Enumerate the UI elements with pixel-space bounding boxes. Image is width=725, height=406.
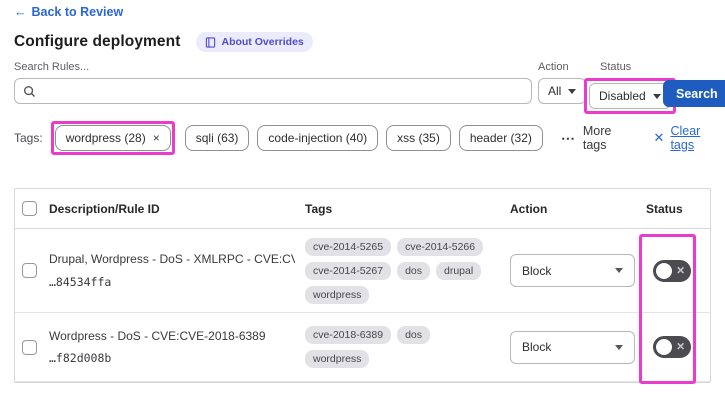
rules-table: Description/Rule ID Tags Action Status D… <box>14 188 711 384</box>
header-description: Description/Rule ID <box>49 201 160 216</box>
tags-label: Tags: <box>14 131 43 145</box>
search-input[interactable] <box>42 84 523 98</box>
rule-id: …84534ffa <box>49 274 112 289</box>
rule-tag: dos <box>397 326 430 344</box>
chevron-down-icon <box>652 93 661 99</box>
header-tags: Tags <box>305 201 333 216</box>
configure-deployment-page: ← Back to Review Configure deployment Ab… <box>0 0 725 406</box>
chevron-down-icon <box>615 344 623 350</box>
action-select-value: Block <box>522 263 552 278</box>
toggle-off-icon: ✕ <box>676 264 685 277</box>
action-filter: Action All <box>538 61 587 104</box>
back-to-review-link[interactable]: ← Back to Review <box>14 5 123 19</box>
toggle-knob <box>656 339 672 355</box>
back-arrow-icon: ← <box>14 5 27 19</box>
close-icon: ✕ <box>653 130 665 145</box>
about-overrides-label: About Overrides <box>221 36 304 48</box>
search-column: Search Rules... <box>14 61 532 104</box>
action-dropdown-value: All <box>548 84 562 98</box>
clear-tags-label: Clear tags <box>670 124 701 152</box>
status-dropdown-highlight: Disabled <box>584 78 676 114</box>
row-checkbox[interactable] <box>22 263 37 278</box>
status-label: Status <box>600 61 632 73</box>
about-overrides-badge[interactable]: About Overrides <box>196 32 313 52</box>
action-dropdown[interactable]: All <box>538 78 587 104</box>
action-select[interactable]: Block <box>510 254 635 287</box>
status-toggle[interactable]: ✕ <box>653 259 691 282</box>
row-checkbox[interactable] <box>22 339 37 355</box>
status-filter: Status Disabled <box>584 61 676 114</box>
header-status: Status <box>646 201 683 216</box>
page-title: Configure deployment <box>14 33 181 50</box>
more-tags-button[interactable]: ⋯ More tags <box>561 124 628 152</box>
selected-tag-highlight: wordpress (28) × <box>50 121 175 155</box>
title-row: Configure deployment About Overrides <box>14 32 313 52</box>
rule-tag: cve-2014-5265 <box>305 237 392 256</box>
action-select-value: Block <box>522 340 552 354</box>
search-input-box[interactable] <box>14 78 532 104</box>
rule-tag: cve-2014-5267 <box>305 261 392 280</box>
tag-chip-code-injection[interactable]: code-injection (40) <box>257 125 379 151</box>
action-select[interactable]: Block <box>510 330 635 364</box>
chevron-down-icon <box>568 88 577 94</box>
table-row: Drupal, Wordpress - DoS - XMLRPC - CVE:C… <box>15 229 710 313</box>
table-header-row: Description/Rule ID Tags Action Status <box>15 189 710 229</box>
remove-tag-icon[interactable]: × <box>153 132 160 144</box>
more-tags-label: More tags <box>582 124 612 152</box>
rule-tag: wordpress <box>305 350 370 368</box>
action-label: Action <box>538 61 569 73</box>
book-icon <box>206 36 216 48</box>
search-icon <box>23 85 36 97</box>
tag-chip-label: wordpress (28) <box>65 131 146 145</box>
rule-tag: drupal <box>436 261 482 280</box>
rule-tag: dos <box>397 261 430 280</box>
rule-tag: cve-2018-6389 <box>305 326 392 344</box>
clear-tags-link[interactable]: ✕ Clear tags <box>654 124 717 152</box>
status-toggle[interactable]: ✕ <box>653 336 691 358</box>
rule-tags: cve-2014-5265 cve-2014-5266 cve-2014-526… <box>305 237 497 304</box>
toggle-off-icon: ✕ <box>676 340 685 353</box>
table-row: Wordpress - DoS - CVE:CVE-2018-6389 …f82… <box>15 313 710 382</box>
rule-tag: wordpress <box>305 285 370 304</box>
ellipsis-icon: ⋯ <box>560 129 576 146</box>
tag-chip-wordpress[interactable]: wordpress (28) × <box>54 125 171 151</box>
chevron-down-icon <box>615 268 623 273</box>
rule-tags: cve-2018-6389 dos wordpress <box>305 326 497 368</box>
rule-description: Wordpress - DoS - CVE:CVE-2018-6389 <box>49 328 266 343</box>
toggle-knob <box>656 262 672 279</box>
select-all-checkbox[interactable] <box>22 201 37 216</box>
tags-bar: Tags: wordpress (28) × sqli (63) code-in… <box>14 121 717 155</box>
search-rules-label: Search Rules... <box>14 61 90 73</box>
status-dropdown-value: Disabled <box>599 89 646 103</box>
rule-tag: cve-2014-5266 <box>397 237 484 256</box>
back-link-label: Back to Review <box>31 5 124 19</box>
search-button[interactable]: Search <box>663 80 725 107</box>
status-dropdown[interactable]: Disabled <box>589 83 671 109</box>
rule-id: …f82d008b <box>49 351 112 366</box>
tag-chip-header[interactable]: header (32) <box>458 125 543 151</box>
tag-chip-sqli[interactable]: sqli (63) <box>184 125 250 151</box>
header-action: Action <box>510 201 548 216</box>
tag-chip-xss[interactable]: xss (35) <box>386 125 451 151</box>
rule-description: Drupal, Wordpress - DoS - XMLRPC - CVE:C… <box>49 252 295 267</box>
